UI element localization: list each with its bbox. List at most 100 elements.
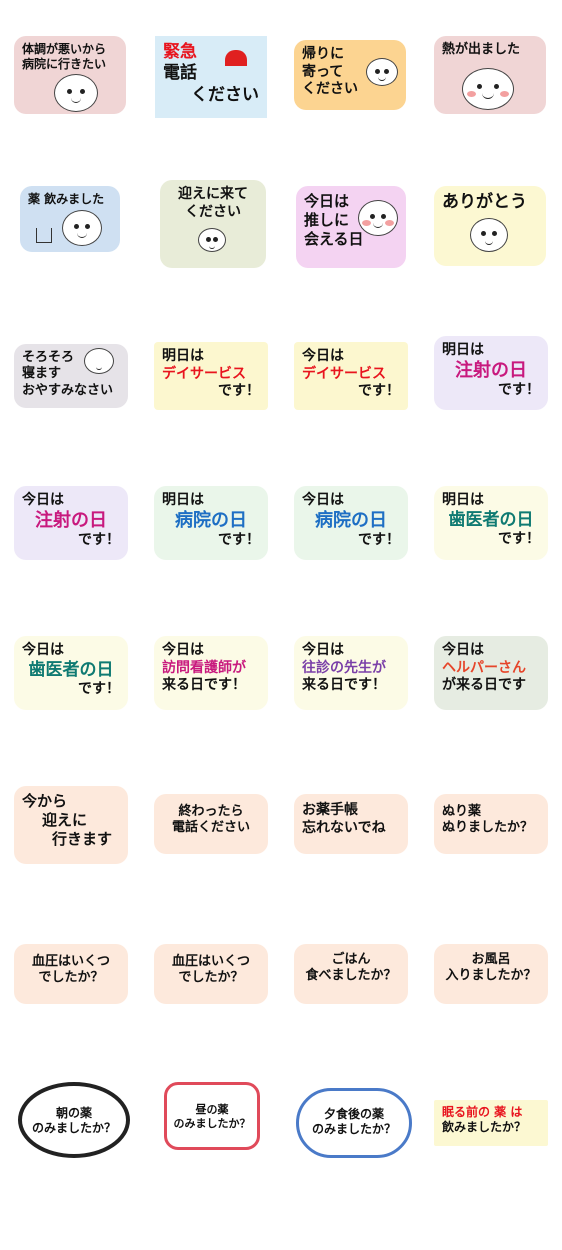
face-icon (62, 210, 102, 246)
sticker-noon-medicine[interactable]: 昼の薬 のみましたか？ (160, 1080, 300, 1230)
sticker-text: ください (191, 84, 259, 105)
sticker-bubble: 血圧はいくつ でしたか？ (154, 944, 268, 1004)
sticker-thank-you[interactable]: ありがとう (434, 186, 562, 336)
sticker-text: のみましたか？ (173, 1116, 251, 1130)
sticker-text: 今日は (162, 642, 204, 658)
sticker-bubble: 眠る前の 薬 は 飲みましたか？ (434, 1100, 548, 1146)
sticker-morning-medicine[interactable]: 朝の薬 のみましたか？ (14, 1080, 154, 1230)
sticker-helper-visit[interactable]: 今日は ヘルパーさん が来る日です (434, 636, 562, 786)
sticker-text: 血圧はいくつ (171, 954, 250, 969)
sticker-text: 電話 (163, 63, 197, 84)
sticker-grid: 体調が悪いから 病院に行きたい 緊急 電話 ください 帰りに 寄って ください … (0, 0, 562, 1200)
sticker-text: 朝の薬 (55, 1106, 92, 1120)
sticker-bubble: 迎えに来て ください (160, 180, 266, 268)
sticker-bubble: 体調が悪いから 病院に行きたい (14, 36, 126, 114)
sticker-emergency-call[interactable]: 緊急 電話 ください (155, 36, 295, 186)
sticker-text: 来る日です！ (302, 677, 386, 693)
sticker-goodnight[interactable]: そろそろ 寝ます おやすみなさい (14, 344, 154, 494)
sticker-dentist-tomorrow[interactable]: 明日は 歯医者の日 です！ (434, 486, 562, 636)
sticker-text: 眠る前の 薬 は (442, 1105, 523, 1119)
sticker-text: ありがとう (442, 192, 527, 212)
sticker-blood-pressure-1[interactable]: 血圧はいくつ でしたか？ (14, 944, 154, 1094)
sticker-visiting-nurse[interactable]: 今日は 訪問看護師が 来る日です！ (154, 636, 294, 786)
sticker-bubble: 帰りに 寄って ください (294, 40, 406, 110)
sticker-injection-today[interactable]: 今日は 注射の日 です！ (14, 486, 154, 636)
sticker-bubble: 明日は 注射の日 です！ (434, 336, 548, 410)
sticker-text: 今日は (22, 642, 64, 658)
sticker-text: 歯医者の日 (448, 509, 534, 530)
sticker-bath[interactable]: お風呂 入りましたか？ (434, 944, 562, 1094)
sticker-feeling-sick[interactable]: 体調が悪いから 病院に行きたい (14, 36, 154, 186)
sticker-text: 訪問看護師が (162, 659, 246, 676)
sticker-injection-tomorrow[interactable]: 明日は 注射の日 です！ (434, 336, 562, 486)
sticker-text: 注射の日 (455, 359, 527, 381)
sticker-text: のみましたか？ (31, 1121, 116, 1135)
sticker-bubble: 今から 迎えに 行きます (14, 786, 128, 864)
sticker-text: デイサービス (162, 365, 246, 382)
sticker-text: デイサービス (302, 365, 386, 382)
sticker-hospital-today[interactable]: 今日は 病院の日 です！ (294, 486, 434, 636)
sticker-text: 体調が悪いから (22, 42, 107, 56)
sticker-text: です！ (498, 382, 540, 398)
sticker-call-when-done[interactable]: 終わったら 電話ください (154, 794, 294, 944)
sticker-bedtime-medicine[interactable]: 眠る前の 薬 は 飲みましたか？ (434, 1100, 562, 1250)
sticker-evening-medicine[interactable]: 夕食後の薬 のみましたか？ (292, 1086, 432, 1236)
sticker-text: おやすみなさい (22, 382, 114, 398)
sticker-text: 食べましたか？ (305, 968, 397, 984)
sticker-text: 迎えに来て (178, 186, 248, 202)
sticker-text: 今日は (302, 348, 344, 364)
sticker-text: です！ (218, 532, 260, 548)
sticker-dentist-today[interactable]: 今日は 歯医者の日 です！ (14, 636, 154, 786)
sticker-text: 歯医者の日 (28, 659, 114, 680)
sticker-bubble: そろそろ 寝ます おやすみなさい (14, 344, 128, 408)
face-icon (470, 218, 508, 252)
sticker-text: です！ (358, 383, 400, 399)
sticker-text: ヘルパーさん (442, 659, 526, 676)
sticker-bubble: 今日は 訪問看護師が 来る日です！ (154, 636, 268, 710)
sticker-text: 熱が出ました (442, 42, 521, 57)
face-icon (198, 228, 226, 252)
sticker-text: 飲みましたか？ (442, 1120, 527, 1134)
sticker-blood-pressure-2[interactable]: 血圧はいくつ でしたか？ (154, 944, 294, 1094)
sticker-bubble: 明日は デイサービス です！ (154, 342, 268, 410)
sticker-text: でしたか？ (178, 970, 244, 986)
sticker-text: 明日は (442, 342, 484, 358)
sticker-bubble: 緊急 電話 ください (155, 36, 267, 118)
sticker-text: 往診の先生が (302, 659, 386, 676)
sticker-text: 注射の日 (35, 509, 107, 531)
sticker-hospital-tomorrow[interactable]: 明日は 病院の日 です！ (154, 486, 294, 636)
sticker-bubble: 明日は 歯医者の日 です！ (434, 486, 548, 560)
sticker-meal[interactable]: ごはん 食べましたか？ (294, 944, 434, 1094)
sticker-text: 電話ください (171, 820, 250, 836)
sticker-bubble: 今日は 往診の先生が 来る日です！ (294, 636, 408, 710)
sticker-coming-now[interactable]: 今から 迎えに 行きます (14, 786, 154, 936)
sticker-house-call-doctor[interactable]: 今日は 往診の先生が 来る日です！ (294, 636, 434, 786)
sticker-fever[interactable]: 熱が出ました (434, 36, 562, 186)
sticker-text: ごはん (331, 952, 371, 967)
sticker-bubble: ごはん 食べましたか？ (294, 944, 408, 1004)
sticker-bubble: お風呂 入りましたか？ (434, 944, 548, 1004)
sticker-text: ぬり薬 (442, 804, 482, 819)
sticker-bubble: ありがとう (434, 186, 546, 266)
sticker-text: 今日は (442, 642, 484, 658)
sticker-text: です！ (78, 680, 120, 697)
sticker-text: のみましたか？ (311, 1122, 396, 1136)
sticker-text: 病院の日 (315, 509, 387, 531)
face-icon (366, 58, 398, 86)
sticker-text: 明日は (162, 492, 204, 508)
sticker-text: お薬手帳 (302, 802, 358, 818)
sticker-stop-by[interactable]: 帰りに 寄って ください (294, 40, 434, 190)
sticker-bubble: 今日は 注射の日 です！ (14, 486, 128, 560)
sticker-text: ください (185, 203, 241, 220)
sticker-medicine-notebook[interactable]: お薬手帳 忘れないでね (294, 794, 434, 944)
sticker-took-medicine[interactable]: 薬 飲みました (20, 186, 160, 336)
sticker-day-service-tomorrow[interactable]: 明日は デイサービス です！ (154, 342, 294, 492)
sticker-pick-me-up[interactable]: 迎えに来て ください (160, 180, 300, 330)
sticker-ointment[interactable]: ぬり薬 ぬりましたか？ (434, 794, 562, 944)
sticker-see-favorite[interactable]: 今日は 推しに 会える日 (296, 186, 436, 336)
sticker-text: です！ (498, 530, 540, 547)
sticker-text: 病院の日 (175, 509, 247, 531)
sleeping-face-icon (84, 348, 114, 374)
sticker-text: 行きます (52, 829, 113, 848)
sticker-day-service-today[interactable]: 今日は デイサービス です！ (294, 342, 434, 492)
